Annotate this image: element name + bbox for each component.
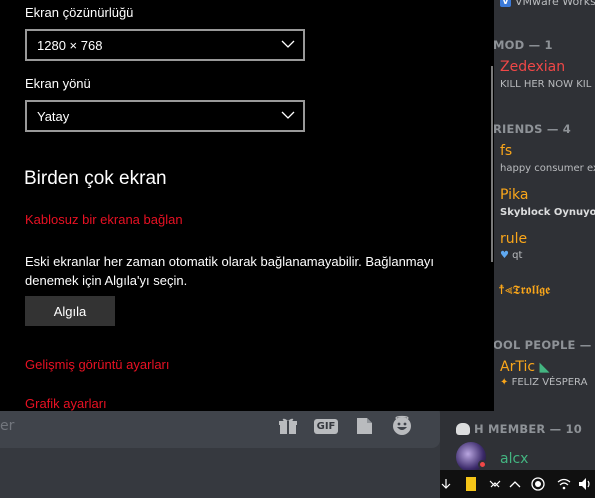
graphics-settings-link[interactable]: Grafik ayarları [25, 396, 107, 411]
message-input[interactable]: er GIF [0, 406, 440, 448]
member-vmware-status: VMware Works [515, 0, 595, 8]
gif-button[interactable]: GIF [313, 414, 339, 438]
member-status-rule-text: qt [512, 250, 523, 261]
resolution-dropdown[interactable]: 1280 × 768 [25, 29, 305, 61]
emoji-icon[interactable] [390, 414, 414, 438]
member-vmware[interactable]: V VMware Works [500, 0, 595, 8]
member-name-pika[interactable]: Pika [500, 187, 528, 203]
taskbar [440, 470, 595, 498]
screen: er GIF V VMware Works MOD — 1 Zedexian K… [0, 0, 595, 498]
member-status-rule: ♥ qt [500, 250, 522, 261]
member-name-trollge[interactable]: ☨⫷𝕿𝖗𝖔𝖑𝖑𝖌𝖊 [498, 283, 550, 298]
role-header-member-text: H MEMBER — 10 [474, 422, 582, 436]
resolution-label: Ekran çözünürlüğü [25, 5, 134, 20]
role-header-cool-people: OOL PEOPLE — 1 [493, 338, 595, 352]
sparkle-icon: ✦ [500, 377, 509, 388]
wifi-icon[interactable] [556, 475, 572, 493]
advanced-display-link[interactable]: Gelişmiş görüntü ayarları [25, 357, 170, 372]
member-name-fs[interactable]: fs [500, 143, 512, 159]
orientation-dropdown[interactable]: Yatay [25, 100, 305, 132]
member-status-fs: happy consumer ex [500, 163, 595, 174]
network-icon[interactable] [488, 475, 502, 493]
member-name-zedexian[interactable]: Zedexian [500, 59, 565, 75]
role-header-friends: RIENDS — 4 [493, 122, 571, 136]
member-name-artic[interactable]: ArTic ◣ [500, 359, 550, 375]
chevron-down-icon [281, 40, 295, 48]
avatar-status-dot [478, 460, 487, 469]
turtle-icon: ◣ [539, 360, 550, 375]
member-name-rule[interactable]: rule [500, 231, 527, 247]
member-status-artic-text: FELIZ VÉSPERA [511, 377, 588, 388]
chat-tools: GIF [276, 414, 414, 438]
member-status-pika: Skyblock Oynuyor [500, 207, 595, 218]
detect-info-text: Eski ekranlar her zaman otomatik olarak … [25, 254, 434, 288]
orientation-label: Ekran yönü [25, 76, 91, 91]
chevron-up-icon[interactable] [508, 475, 522, 493]
member-status-artic: ✦ FELIZ VÉSPERA [500, 377, 587, 388]
vmware-icon: V [500, 0, 511, 7]
sticker-icon[interactable] [352, 414, 376, 438]
member-name-artic-text: ArTic [500, 359, 536, 375]
gif-label: GIF [313, 418, 339, 434]
member-name-alcx[interactable]: alcx [500, 451, 528, 467]
wireless-display-link[interactable]: Kablosuz bir ekrana bağlan [25, 212, 183, 227]
multi-display-title: Birden çok ekran [24, 168, 167, 189]
record-icon[interactable] [530, 475, 546, 493]
detect-button[interactable]: Algıla [25, 296, 115, 326]
blue-heart-icon: ♥ [500, 250, 509, 261]
chevron-down-icon [281, 111, 295, 119]
role-header-mod: MOD — 1 [493, 38, 553, 52]
role-header-member: H MEMBER — 10 [456, 422, 582, 436]
gift-icon[interactable] [276, 414, 300, 438]
member-status-zedexian: KILL HER NOW KIL [500, 79, 592, 90]
orientation-value: Yatay [37, 109, 70, 124]
file-explorer-icon[interactable] [464, 475, 478, 493]
message-input-placeholder: er [0, 418, 15, 434]
resolution-value: 1280 × 768 [37, 38, 103, 53]
volume-icon[interactable] [578, 475, 594, 493]
display-settings-panel: Ekran çözünürlüğü 1280 × 768 Ekran yönü … [0, 0, 494, 411]
settings-scrollbar[interactable] [491, 66, 493, 262]
role-icon [456, 423, 470, 435]
chevron-down-icon[interactable] [440, 475, 452, 493]
